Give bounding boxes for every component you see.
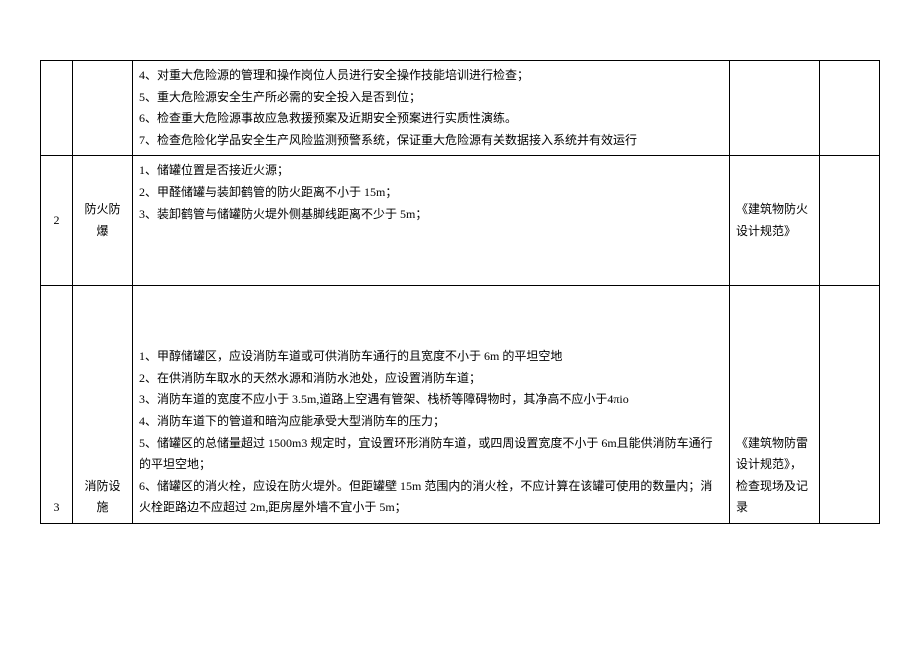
cell-ref — [730, 61, 820, 156]
cell-name: 消防设施 — [73, 286, 133, 524]
cell-blank — [820, 286, 880, 524]
table-row: 2 防火防爆 1、储罐位置是否接近火源；2、甲醛储罐与装卸鹤管的防火距离不小于 … — [41, 156, 880, 286]
document-table: 4、对重大危险源的管理和操作岗位人员进行安全操作技能培训进行检查；5、重大危险源… — [40, 60, 880, 524]
table-row: 4、对重大危险源的管理和操作岗位人员进行安全操作技能培训进行检查；5、重大危险源… — [41, 61, 880, 156]
cell-content: 1、甲醇储罐区，应设消防车道或可供消防车通行的且宽度不小于 6m 的平坦空地2、… — [133, 286, 730, 524]
cell-content: 1、储罐位置是否接近火源；2、甲醛储罐与装卸鹤管的防火距离不小于 15m；3、装… — [133, 156, 730, 286]
cell-ref: 《建筑物防雷设计规范》，检查现场及记录 — [730, 286, 820, 524]
cell-name: 防火防爆 — [73, 156, 133, 286]
cell-name — [73, 61, 133, 156]
cell-content: 4、对重大危险源的管理和操作岗位人员进行安全操作技能培训进行检查；5、重大危险源… — [133, 61, 730, 156]
cell-blank — [820, 156, 880, 286]
cell-num: 3 — [41, 286, 73, 524]
cell-num — [41, 61, 73, 156]
cell-num: 2 — [41, 156, 73, 286]
cell-blank — [820, 61, 880, 156]
table-row: 3 消防设施 1、甲醇储罐区，应设消防车道或可供消防车通行的且宽度不小于 6m … — [41, 286, 880, 524]
cell-ref: 《建筑物防火设计规范》 — [730, 156, 820, 286]
